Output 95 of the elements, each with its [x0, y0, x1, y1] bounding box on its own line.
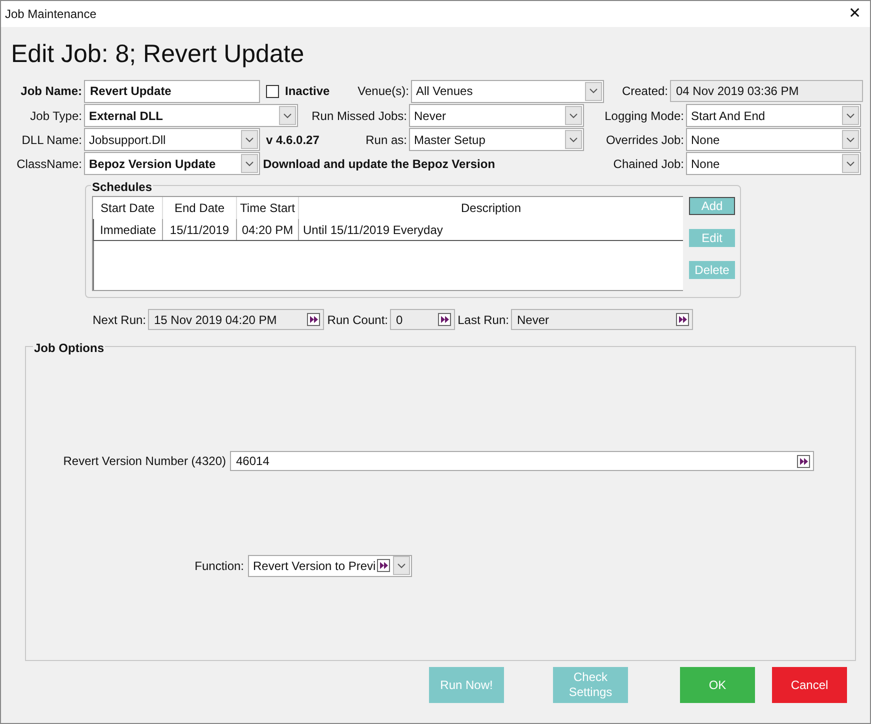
- input-field[interactable]: 0: [390, 309, 455, 330]
- table-cell: Immediate: [94, 219, 163, 240]
- field-value: 46014: [235, 453, 270, 470]
- close-button[interactable]: ✕: [840, 1, 870, 27]
- double-arrow-icon: [678, 316, 686, 323]
- field-label: Last Run:: [458, 312, 509, 328]
- chevron-down-icon: [846, 160, 855, 166]
- checkbox-label: Inactive: [285, 83, 330, 100]
- input-field[interactable]: 15 Nov 2019 04:20 PM: [148, 309, 324, 330]
- dropdown-value: None: [690, 132, 721, 148]
- lookup-button[interactable]: [797, 454, 810, 468]
- dropdown-value: Jobsupport.Dll: [88, 132, 167, 148]
- dropdown[interactable]: None: [686, 128, 861, 151]
- field-label: Job Name:: [20, 83, 82, 100]
- dropdown[interactable]: External DLL: [84, 104, 298, 127]
- lookup-button[interactable]: [307, 313, 320, 326]
- dropdown-value: Master Setup: [413, 132, 486, 148]
- dropdown-button[interactable]: [241, 154, 258, 173]
- dropdown-button[interactable]: [393, 556, 410, 575]
- dropdown-button[interactable]: [842, 130, 859, 149]
- field-label: Next Run:: [92, 312, 146, 328]
- chevron-down-icon: [245, 136, 254, 142]
- lookup-button[interactable]: [377, 559, 390, 572]
- input-field[interactable]: 04 Nov 2019 03:36 PM: [670, 80, 863, 102]
- dropdown[interactable]: All Venues: [411, 80, 604, 102]
- field-label: Run Missed Jobs:: [312, 108, 407, 124]
- page-heading: Edit Job: 8; Revert Update: [11, 40, 304, 68]
- dropdown[interactable]: Jobsupport.Dll: [84, 128, 260, 151]
- dropdown-value: Revert Version to Previ: [252, 558, 377, 574]
- dropdown-value: None: [690, 156, 721, 172]
- column-header[interactable]: End Date: [163, 197, 237, 219]
- input-field[interactable]: Never: [511, 309, 693, 330]
- field-label: Run Count:: [327, 312, 388, 328]
- dropdown-button[interactable]: [842, 154, 859, 173]
- table-cell-text: Until 15/11/2019 Everyday: [302, 222, 444, 238]
- column-header[interactable]: Start Date: [93, 197, 163, 219]
- dropdown[interactable]: None: [686, 152, 861, 175]
- window-title: Job Maintenance: [5, 6, 96, 23]
- chevron-down-icon: [245, 160, 254, 166]
- table-cell: 15/11/2019: [163, 219, 237, 240]
- column-header[interactable]: Description: [299, 197, 683, 219]
- field-label: Created:: [622, 83, 668, 100]
- chevron-down-icon: [283, 112, 292, 118]
- double-arrow-icon: [800, 458, 808, 464]
- dropdown[interactable]: Never: [409, 104, 584, 127]
- field-label: Job Type:: [30, 108, 82, 124]
- dropdown[interactable]: Bepoz Version Update: [84, 152, 260, 175]
- chevron-down-icon: [397, 562, 406, 568]
- field-label: Chained Job:: [613, 156, 684, 172]
- dropdown-value: Start And End: [690, 108, 766, 124]
- chevron-down-icon: [589, 88, 598, 94]
- field-label: Overrides Job:: [606, 132, 684, 148]
- input-field[interactable]: 46014: [230, 451, 814, 471]
- field-label: Revert Version Number (4320): [63, 453, 226, 470]
- dropdown[interactable]: Master Setup: [409, 128, 584, 151]
- table-cell: 04:20 PM: [237, 219, 299, 240]
- table-row[interactable]: Immediate 15/11/2019 04:20 PM Until 15/11/2019 Everyday: [93, 219, 683, 241]
- field-value: Revert Update: [89, 83, 172, 100]
- chevron-down-icon: [846, 112, 855, 118]
- action-button[interactable]: Cancel: [772, 667, 847, 703]
- column-header[interactable]: Time Start: [237, 197, 299, 219]
- dropdown-button[interactable]: [565, 130, 582, 149]
- dropdown-value: Never: [413, 108, 448, 124]
- double-arrow-icon: [310, 316, 318, 323]
- dropdown-value: External DLL: [88, 108, 164, 124]
- double-arrow-icon: [440, 316, 448, 323]
- dropdown-button[interactable]: [241, 130, 258, 149]
- chevron-down-icon: [569, 112, 578, 118]
- dropdown-button[interactable]: [585, 82, 602, 100]
- version-text: v 4.6.0.27: [266, 132, 320, 146]
- double-arrow-icon: [380, 562, 388, 569]
- class-description: Download and update the Bepoz Version: [263, 156, 496, 170]
- chevron-down-icon: [569, 136, 578, 142]
- input-field[interactable]: Revert Update: [84, 80, 260, 102]
- lookup-button[interactable]: [676, 313, 689, 326]
- field-value: 15 Nov 2019 04:20 PM: [153, 312, 278, 328]
- field-label: Logging Mode:: [604, 108, 684, 124]
- dropdown-button[interactable]: [279, 106, 296, 125]
- dropdown-value: All Venues: [415, 83, 474, 100]
- field-label: DLL Name:: [22, 132, 82, 148]
- field-label: ClassName:: [16, 156, 82, 172]
- dropdown-value: Bepoz Version Update: [88, 156, 217, 172]
- field-label: Function:: [194, 558, 244, 574]
- field-label: Venue(s):: [358, 83, 409, 100]
- field-label: Run as:: [366, 132, 407, 148]
- chevron-down-icon: [846, 136, 855, 142]
- checkbox[interactable]: [266, 84, 279, 98]
- lookup-button[interactable]: [438, 313, 451, 326]
- dropdown-button[interactable]: [842, 106, 859, 125]
- dropdown[interactable]: Start And End: [686, 104, 861, 127]
- field-value: Never: [516, 312, 550, 328]
- dropdown-button[interactable]: [565, 106, 582, 125]
- field-value: 04 Nov 2019 03:36 PM: [675, 83, 800, 100]
- dropdown[interactable]: Revert Version to Previ: [248, 554, 412, 576]
- field-value: 0: [395, 312, 404, 328]
